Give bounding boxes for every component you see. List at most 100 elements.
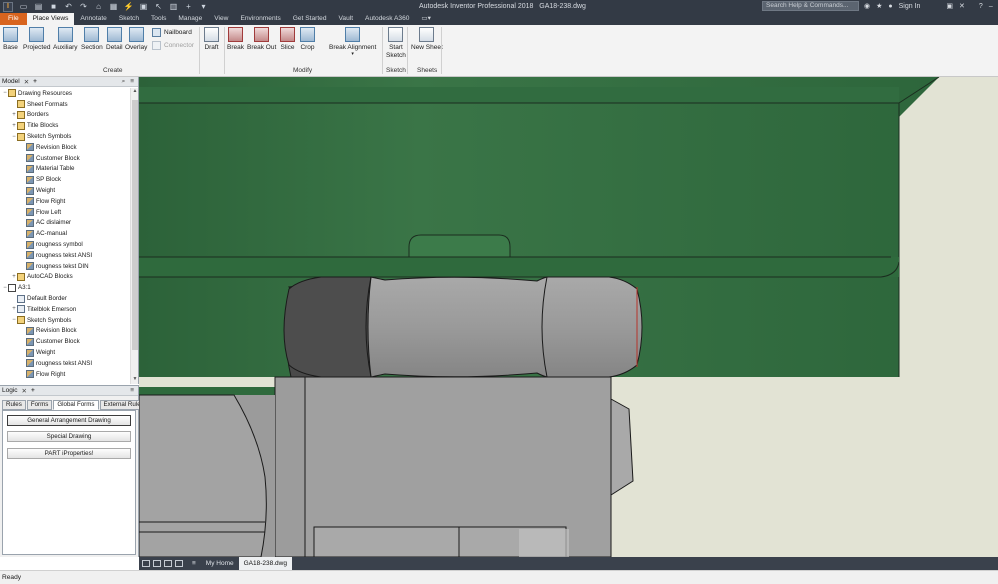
drawing-canvas[interactable] xyxy=(139,77,998,557)
crop-button[interactable]: Crop xyxy=(300,27,315,51)
tab-place-views[interactable]: Place Views xyxy=(26,13,75,25)
scroll-up-icon[interactable]: ▲ xyxy=(131,88,139,96)
tree-item[interactable]: − Sketch Symbols xyxy=(0,315,130,326)
tree-item[interactable]: AC-manual xyxy=(0,228,130,239)
customize-icon[interactable]: ▾ xyxy=(199,2,208,11)
tree-item[interactable]: Weight xyxy=(0,347,130,358)
menu-icon[interactable]: ≡ xyxy=(130,387,134,394)
undo-icon[interactable]: ↶ xyxy=(64,2,73,11)
print-icon[interactable]: ▦ xyxy=(109,2,118,11)
section-button[interactable]: Section xyxy=(81,27,103,51)
tree-item[interactable]: Default Border xyxy=(0,293,130,304)
detail-button[interactable]: Detail xyxy=(106,27,123,51)
close-icon[interactable]: ✕ xyxy=(24,78,29,86)
ribbon-options-icon[interactable]: ▭▾ xyxy=(415,13,437,25)
tree-item[interactable]: + Title Blocks xyxy=(0,120,130,131)
exchange-icon[interactable]: ✕ xyxy=(959,2,965,10)
tree-item[interactable]: rougness tekst ANSI xyxy=(0,358,130,369)
home-icon[interactable]: ⌂ xyxy=(94,2,103,11)
tab-autodesk-a360[interactable]: Autodesk A360 xyxy=(359,13,415,25)
star-icon[interactable]: ★ xyxy=(876,2,882,10)
tree-item[interactable]: Flow Right xyxy=(0,369,130,380)
tile-icon[interactable] xyxy=(142,560,150,567)
scroll-down-icon[interactable]: ▼ xyxy=(131,376,139,384)
cart-icon[interactable]: ▣ xyxy=(946,2,953,10)
tab-get-started[interactable]: Get Started xyxy=(287,13,333,25)
new-icon[interactable]: ▭ xyxy=(19,2,28,11)
menu-icon[interactable]: ≡ xyxy=(130,78,134,86)
base-button[interactable]: Base xyxy=(3,27,18,51)
binoculars-icon[interactable]: ◉ xyxy=(864,2,870,10)
close-icon[interactable]: ✕ xyxy=(22,387,27,395)
open-icon[interactable]: ▤ xyxy=(34,2,43,11)
minimize-icon[interactable]: – xyxy=(989,3,993,10)
tree-item[interactable]: Customer Block xyxy=(0,336,130,347)
tree-item[interactable]: − Drawing Resources xyxy=(0,88,130,99)
tab-forms[interactable]: Forms xyxy=(26,400,53,410)
tree-item[interactable]: Customer Block xyxy=(0,153,130,164)
tree-item[interactable]: + Titelblok Emerson xyxy=(0,304,130,315)
tree-item[interactable]: SP Block xyxy=(0,174,130,185)
tree-item[interactable]: Revision Block xyxy=(0,142,130,153)
tree-item[interactable]: Flow Left xyxy=(0,207,130,218)
tree-scrollbar[interactable]: ▲ ▼ xyxy=(130,88,138,384)
help-icon[interactable]: ? xyxy=(979,3,983,10)
nailboard-button[interactable]: Nailboard xyxy=(152,28,192,37)
add-tab-icon[interactable]: + xyxy=(33,78,37,85)
tree-item[interactable]: AC dislaimer xyxy=(0,218,130,229)
tab-rules[interactable]: Rules xyxy=(2,400,26,410)
tab-file[interactable]: File xyxy=(0,13,27,25)
help-search-input[interactable]: Search Help & Commands... xyxy=(762,1,859,11)
user-icon[interactable]: ● xyxy=(888,3,892,10)
slice-button[interactable]: Slice xyxy=(280,27,295,51)
tab-ga18-238[interactable]: GA18-238.dwg xyxy=(238,557,292,570)
update-icon[interactable]: ⚡ xyxy=(124,2,134,11)
tree-item[interactable]: rougness tekst ANSI xyxy=(0,250,130,261)
general-arrangement-drawing-button[interactable]: General Arrangement Drawing xyxy=(7,415,131,426)
tree-item[interactable]: − Sketch Symbols xyxy=(0,131,130,142)
tab-global-forms[interactable]: Global Forms xyxy=(53,400,99,410)
tree-item[interactable]: Revision Block xyxy=(0,326,130,337)
draft-button[interactable]: Draft xyxy=(204,27,219,51)
cascade-icon[interactable] xyxy=(153,560,161,567)
add-tab-icon[interactable]: + xyxy=(31,387,35,394)
properties-icon[interactable]: ▥ xyxy=(169,2,178,11)
tab-vault[interactable]: Vault xyxy=(333,13,360,25)
select-icon[interactable]: ↖ xyxy=(154,2,163,11)
start-sketch-button[interactable]: Start Sketch xyxy=(386,27,406,60)
tree-item[interactable]: Weight xyxy=(0,185,130,196)
tab-my-home[interactable]: My Home xyxy=(201,557,239,570)
save-icon[interactable]: ■ xyxy=(49,2,58,11)
tab-sketch[interactable]: Sketch xyxy=(113,13,145,25)
tab-environments[interactable]: Environments xyxy=(234,13,286,25)
tree-item[interactable]: rougness tekst DIN xyxy=(0,261,130,272)
tab-annotate[interactable]: Annotate xyxy=(74,13,112,25)
part-iproperties-button[interactable]: PART iProperties! xyxy=(7,448,131,459)
tab-manage[interactable]: Manage xyxy=(172,13,208,25)
redo-icon[interactable]: ↷ xyxy=(79,2,88,11)
projected-button[interactable]: Projected xyxy=(23,27,50,51)
tree-item[interactable]: Flow Right xyxy=(0,196,130,207)
auxiliary-button[interactable]: Auxiliary xyxy=(53,27,78,51)
add-icon[interactable]: + xyxy=(184,2,193,11)
doc-menu-icon[interactable]: ≡ xyxy=(187,557,201,570)
tree-item[interactable]: + Borders xyxy=(0,110,130,121)
break-out-button[interactable]: Break Out xyxy=(247,27,276,51)
overlay-button[interactable]: Overlay xyxy=(125,27,147,51)
break-alignment-button[interactable]: Break Alignment ▾ xyxy=(329,27,376,57)
tile-vertical-icon[interactable] xyxy=(175,560,183,567)
break-button[interactable]: Break xyxy=(227,27,244,51)
scrollbar-thumb[interactable] xyxy=(132,100,138,350)
tile-horizontal-icon[interactable] xyxy=(164,560,172,567)
measure-icon[interactable]: ▣ xyxy=(139,2,148,11)
tree-item[interactable]: Sheet Formats xyxy=(0,99,130,110)
special-drawing-button[interactable]: Special Drawing xyxy=(7,431,131,442)
new-sheet-button[interactable]: New Sheet xyxy=(411,27,443,51)
tree-item[interactable]: + AutoCAD Blocks xyxy=(0,272,130,283)
search-icon[interactable]: ⌕ xyxy=(122,78,126,86)
connector-button[interactable]: Connector xyxy=(152,41,194,50)
tab-tools[interactable]: Tools xyxy=(145,13,172,25)
tree-item[interactable]: − A3:1 xyxy=(0,282,130,293)
tree-item[interactable]: rougness symbol xyxy=(0,239,130,250)
tree-item[interactable]: Material Table xyxy=(0,164,130,175)
